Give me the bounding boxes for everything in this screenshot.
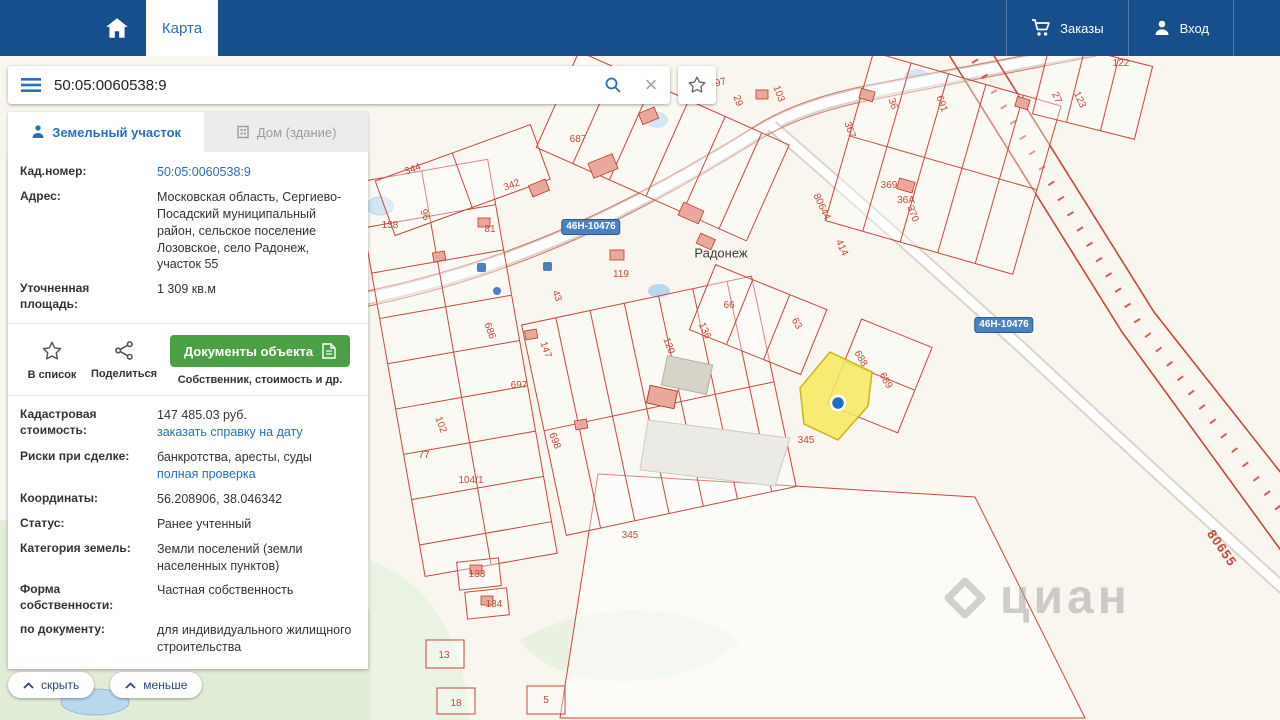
search-icon: [604, 76, 622, 94]
tab-map[interactable]: Карта: [146, 0, 218, 56]
hide-panel-button[interactable]: скрыть: [8, 672, 94, 698]
menu-button[interactable]: [8, 66, 54, 104]
clear-search-button[interactable]: ×: [632, 66, 670, 104]
topnav-right: Заказы Вход: [1006, 0, 1234, 56]
star-icon: [687, 75, 707, 95]
field-value: Московская область, Сергиево-Посадский м…: [157, 189, 356, 273]
field-value-link[interactable]: 50:05:0060538:9: [157, 165, 251, 179]
less-button[interactable]: меньше: [110, 672, 202, 698]
star-icon: [41, 340, 63, 362]
object-documents-button[interactable]: Документы объекта: [170, 335, 350, 367]
home-button[interactable]: [88, 0, 146, 56]
tab-building[interactable]: Дом (здание): [204, 112, 368, 152]
documents-block: Документы объекта Собственник, стоимость…: [160, 335, 360, 386]
orders-button[interactable]: Заказы: [1006, 0, 1127, 56]
tab-map-label: Карта: [162, 20, 202, 37]
tab-building-label: Дом (здание): [257, 125, 337, 140]
login-button[interactable]: Вход: [1128, 0, 1234, 56]
search-input[interactable]: [54, 77, 594, 94]
field-value: 1 309 кв.м: [157, 281, 216, 312]
share-label: Поделиться: [91, 368, 157, 380]
tab-land-parcel[interactable]: Земельный участок: [8, 112, 204, 152]
parcel-info-panel: Земельный участок Дом (здание) Кад.номер…: [8, 112, 368, 669]
hide-panel-label: скрыть: [41, 678, 79, 692]
field-label: Статус:: [20, 516, 157, 533]
info-row: Статус:Ранее учтенный: [8, 512, 368, 537]
field-label: Форма собственности:: [20, 582, 157, 613]
field-label: Кад.номер:: [20, 164, 157, 181]
field-label: Адрес:: [20, 189, 157, 273]
tab-land-parcel-label: Земельный участок: [52, 125, 181, 140]
panel-footer-controls: скрыть меньше: [8, 672, 202, 698]
info-row: по документу:для индивидуального жилищно…: [8, 618, 368, 660]
add-to-list-button[interactable]: В список: [16, 335, 88, 381]
field-value: Ранее учтенный: [157, 516, 251, 533]
share-icon: [114, 340, 135, 361]
chevron-up-icon: [125, 682, 136, 689]
field-value: Частная собственность: [157, 582, 293, 613]
orders-label: Заказы: [1060, 21, 1103, 36]
panel-body: Кад.номер:50:05:0060538:9Адрес:Московска…: [8, 152, 368, 669]
field-label: Уточненная площадь:: [20, 281, 157, 312]
field-label: Координаты:: [20, 491, 157, 508]
watermark-icon: [944, 577, 986, 619]
document-icon: [322, 343, 336, 359]
home-icon: [104, 16, 130, 40]
info-row: Кадастровая стоимость:147 485.03 руб.зак…: [8, 403, 368, 445]
person-icon: [1153, 19, 1171, 37]
info-row: Уточненная площадь:1 309 кв.м: [8, 277, 368, 316]
field-label: Риски при сделке:: [20, 449, 157, 483]
info-row: Категория земель:Земли поселений (земли …: [8, 537, 368, 579]
field-label: Категория земель:: [20, 541, 157, 575]
info-row: Координаты:56.208906, 38.046342: [8, 487, 368, 512]
field-link[interactable]: полная проверка: [157, 467, 256, 481]
field-value: Земли поселений (земли населенных пункто…: [157, 541, 356, 575]
login-label: Вход: [1180, 21, 1209, 36]
field-link[interactable]: заказать справку на дату: [157, 425, 303, 439]
parcel-info-section-1: Кад.номер:50:05:0060538:9Адрес:Московска…: [8, 160, 368, 316]
info-row: Адрес:Московская область, Сергиево-Посад…: [8, 185, 368, 277]
surveyor-icon: [31, 124, 45, 140]
docs-subtitle: Собственник, стоимость и др.: [178, 374, 343, 386]
search-bar: ×: [8, 66, 670, 104]
field-value: 50:05:0060538:9: [157, 164, 251, 181]
field-value: банкротства, аресты, судыполная проверка: [157, 449, 312, 483]
favorite-button[interactable]: [678, 66, 716, 104]
field-label: по документу:: [20, 622, 157, 656]
search-button[interactable]: [594, 66, 632, 104]
divider: [8, 395, 368, 396]
info-row: Форма собственности:Частная собственност…: [8, 578, 368, 617]
building-icon: [236, 125, 250, 139]
selected-parcel-marker: [831, 396, 845, 410]
top-navigation: Карта Заказы Вход: [0, 0, 1280, 56]
close-icon: ×: [645, 74, 658, 96]
field-value: 147 485.03 руб.заказать справку на дату: [157, 407, 303, 441]
watermark: циан: [944, 570, 1131, 625]
field-value: 56.208906, 38.046342: [157, 491, 282, 508]
less-label: меньше: [143, 678, 187, 692]
share-button[interactable]: Поделиться: [88, 335, 160, 380]
object-documents-label: Документы объекта: [184, 344, 313, 359]
panel-tabs: Земельный участок Дом (здание): [8, 112, 368, 152]
field-label: Кадастровая стоимость:: [20, 407, 157, 441]
add-to-list-label: В список: [28, 369, 77, 381]
field-value: для индивидуального жилищного строительс…: [157, 622, 356, 656]
hamburger-icon: [21, 77, 41, 93]
parcel-info-section-2: Кадастровая стоимость:147 485.03 руб.зак…: [8, 403, 368, 659]
cart-icon: [1031, 19, 1051, 37]
divider: [8, 323, 368, 324]
chevron-up-icon: [23, 682, 34, 689]
info-row: Кад.номер:50:05:0060538:9: [8, 160, 368, 185]
info-row: Риски при сделке:банкротства, аресты, су…: [8, 445, 368, 487]
actions-row: В список Поделиться Документы объекта: [8, 331, 368, 388]
